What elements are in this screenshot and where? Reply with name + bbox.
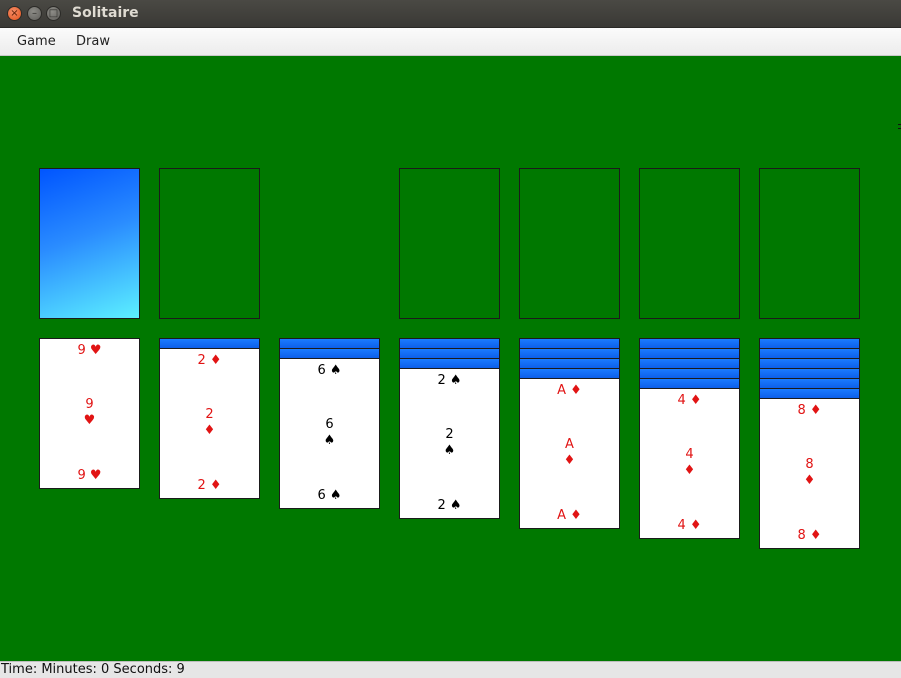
face-down-card [279, 338, 380, 348]
tableau-pile-6[interactable]: 4 ♦ 4 ♦ 4 ♦ [639, 338, 740, 539]
face-down-card [519, 368, 620, 378]
title-bar: × – □ Solitaire [0, 0, 901, 28]
face-down-card [759, 378, 860, 388]
minimize-window-button[interactable]: – [27, 6, 42, 21]
tableau-pile-3[interactable]: 6 ♠ 6 ♠ 6 ♠ [279, 338, 380, 509]
face-up-card[interactable]: 9 ♥ 9 ♥ 9 ♥ [39, 338, 140, 489]
face-up-card[interactable]: 2 ♦ 2 ♦ 2 ♦ [159, 348, 260, 499]
minimize-icon: – [32, 7, 37, 19]
face-up-card[interactable]: 4 ♦ 4 ♦ 4 ♦ [639, 388, 740, 539]
foundation-4[interactable] [759, 168, 860, 319]
face-down-card [759, 348, 860, 358]
face-down-card [159, 338, 260, 348]
status-bar: Time: Minutes: 0 Seconds: 9 [0, 661, 901, 678]
face-down-card [519, 338, 620, 348]
maximize-icon: □ [48, 7, 59, 19]
face-up-card[interactable]: 8 ♦ 8 ♦ 8 ♦ [759, 398, 860, 549]
card-bottom-index: A ♦ [557, 508, 582, 523]
stock-pile[interactable] [39, 168, 140, 319]
card-center-rank: 8 [805, 457, 814, 472]
card-center-rank: 2 [445, 427, 454, 442]
face-down-card [639, 368, 740, 378]
card-center-rank: 9 [85, 397, 94, 412]
card-center-pip: 8 ♦ [760, 457, 859, 489]
card-bottom-index: 2 ♦ [197, 478, 222, 493]
card-center-pip: 9 ♥ [40, 397, 139, 429]
game-table: 9 ♥ 9 ♥ 9 ♥ 2 ♦ 2 ♦ 2 ♦ 6 ♠ 6 ♠ 6 ♠ 2 ♠ 2 ♠ 2 ♠ A ♦ A ♦ A ♦… [0, 56, 901, 661]
face-up-card[interactable]: A ♦ A ♦ A ♦ [519, 378, 620, 529]
tableau-pile-4[interactable]: 2 ♠ 2 ♠ 2 ♠ [399, 338, 500, 519]
card-center-pip: 2 ♦ [160, 407, 259, 439]
face-down-card [399, 358, 500, 368]
tableau-pile-5[interactable]: A ♦ A ♦ A ♦ [519, 338, 620, 529]
face-up-card[interactable]: 2 ♠ 2 ♠ 2 ♠ [399, 368, 500, 519]
card-bottom-index: 4 ♦ [677, 518, 702, 533]
card-top-index: A ♦ [557, 383, 582, 398]
card-top-index: 8 ♦ [797, 403, 822, 418]
card-top-index: 2 ♦ [197, 353, 222, 368]
card-center-rank: 6 [325, 417, 334, 432]
face-up-card[interactable]: 6 ♠ 6 ♠ 6 ♠ [279, 358, 380, 509]
tableau-pile-1[interactable]: 9 ♥ 9 ♥ 9 ♥ [39, 338, 140, 489]
card-center-pip: 6 ♠ [280, 417, 379, 449]
face-down-card [519, 348, 620, 358]
card-center-suit: ♥ [83, 413, 96, 428]
card-center-pip: A ♦ [520, 437, 619, 469]
face-down-card [759, 368, 860, 378]
face-down-card [759, 388, 860, 398]
face-down-card [639, 378, 740, 388]
card-top-index: 2 ♠ [437, 373, 462, 388]
foundation-3[interactable] [639, 168, 740, 319]
timer-status: Time: Minutes: 0 Seconds: 9 [1, 662, 185, 677]
tableau-pile-2[interactable]: 2 ♦ 2 ♦ 2 ♦ [159, 338, 260, 499]
menu-draw[interactable]: Draw [76, 34, 110, 49]
card-bottom-index: 8 ♦ [797, 528, 822, 543]
face-down-card [759, 338, 860, 348]
face-down-card [399, 338, 500, 348]
foundation-2[interactable] [519, 168, 620, 319]
face-down-card [759, 358, 860, 368]
card-top-index: 6 ♠ [317, 363, 342, 378]
card-center-rank: 2 [205, 407, 214, 422]
face-down-card [639, 358, 740, 368]
card-center-suit: ♦ [803, 473, 816, 488]
close-window-button[interactable]: × [7, 6, 22, 21]
face-down-card [279, 348, 380, 358]
face-down-card [639, 338, 740, 348]
card-center-suit: ♦ [203, 423, 216, 438]
tableau-pile-7[interactable]: 8 ♦ 8 ♦ 8 ♦ [759, 338, 860, 549]
card-center-suit: ♠ [323, 433, 336, 448]
face-down-card [639, 348, 740, 358]
card-bottom-index: 6 ♠ [317, 488, 342, 503]
card-bottom-index: 2 ♠ [437, 498, 462, 513]
card-center-suit: ♦ [683, 463, 696, 478]
card-top-index: 4 ♦ [677, 393, 702, 408]
card-center-suit: ♦ [563, 453, 576, 468]
window-title: Solitaire [72, 5, 139, 21]
menu-bar: Game Draw [0, 28, 901, 56]
close-icon: × [10, 7, 19, 19]
card-center-rank: A [565, 437, 574, 452]
maximize-window-button[interactable]: □ [46, 6, 61, 21]
card-top-index: 9 ♥ [77, 343, 102, 358]
foundation-1[interactable] [399, 168, 500, 319]
card-bottom-index: 9 ♥ [77, 468, 102, 483]
card-center-pip: 4 ♦ [640, 447, 739, 479]
face-down-card [519, 358, 620, 368]
card-center-pip: 2 ♠ [400, 427, 499, 459]
menu-game[interactable]: Game [17, 34, 56, 49]
card-center-suit: ♠ [443, 443, 456, 458]
face-down-card [399, 348, 500, 358]
waste-pile[interactable] [159, 168, 260, 319]
card-center-rank: 4 [685, 447, 694, 462]
